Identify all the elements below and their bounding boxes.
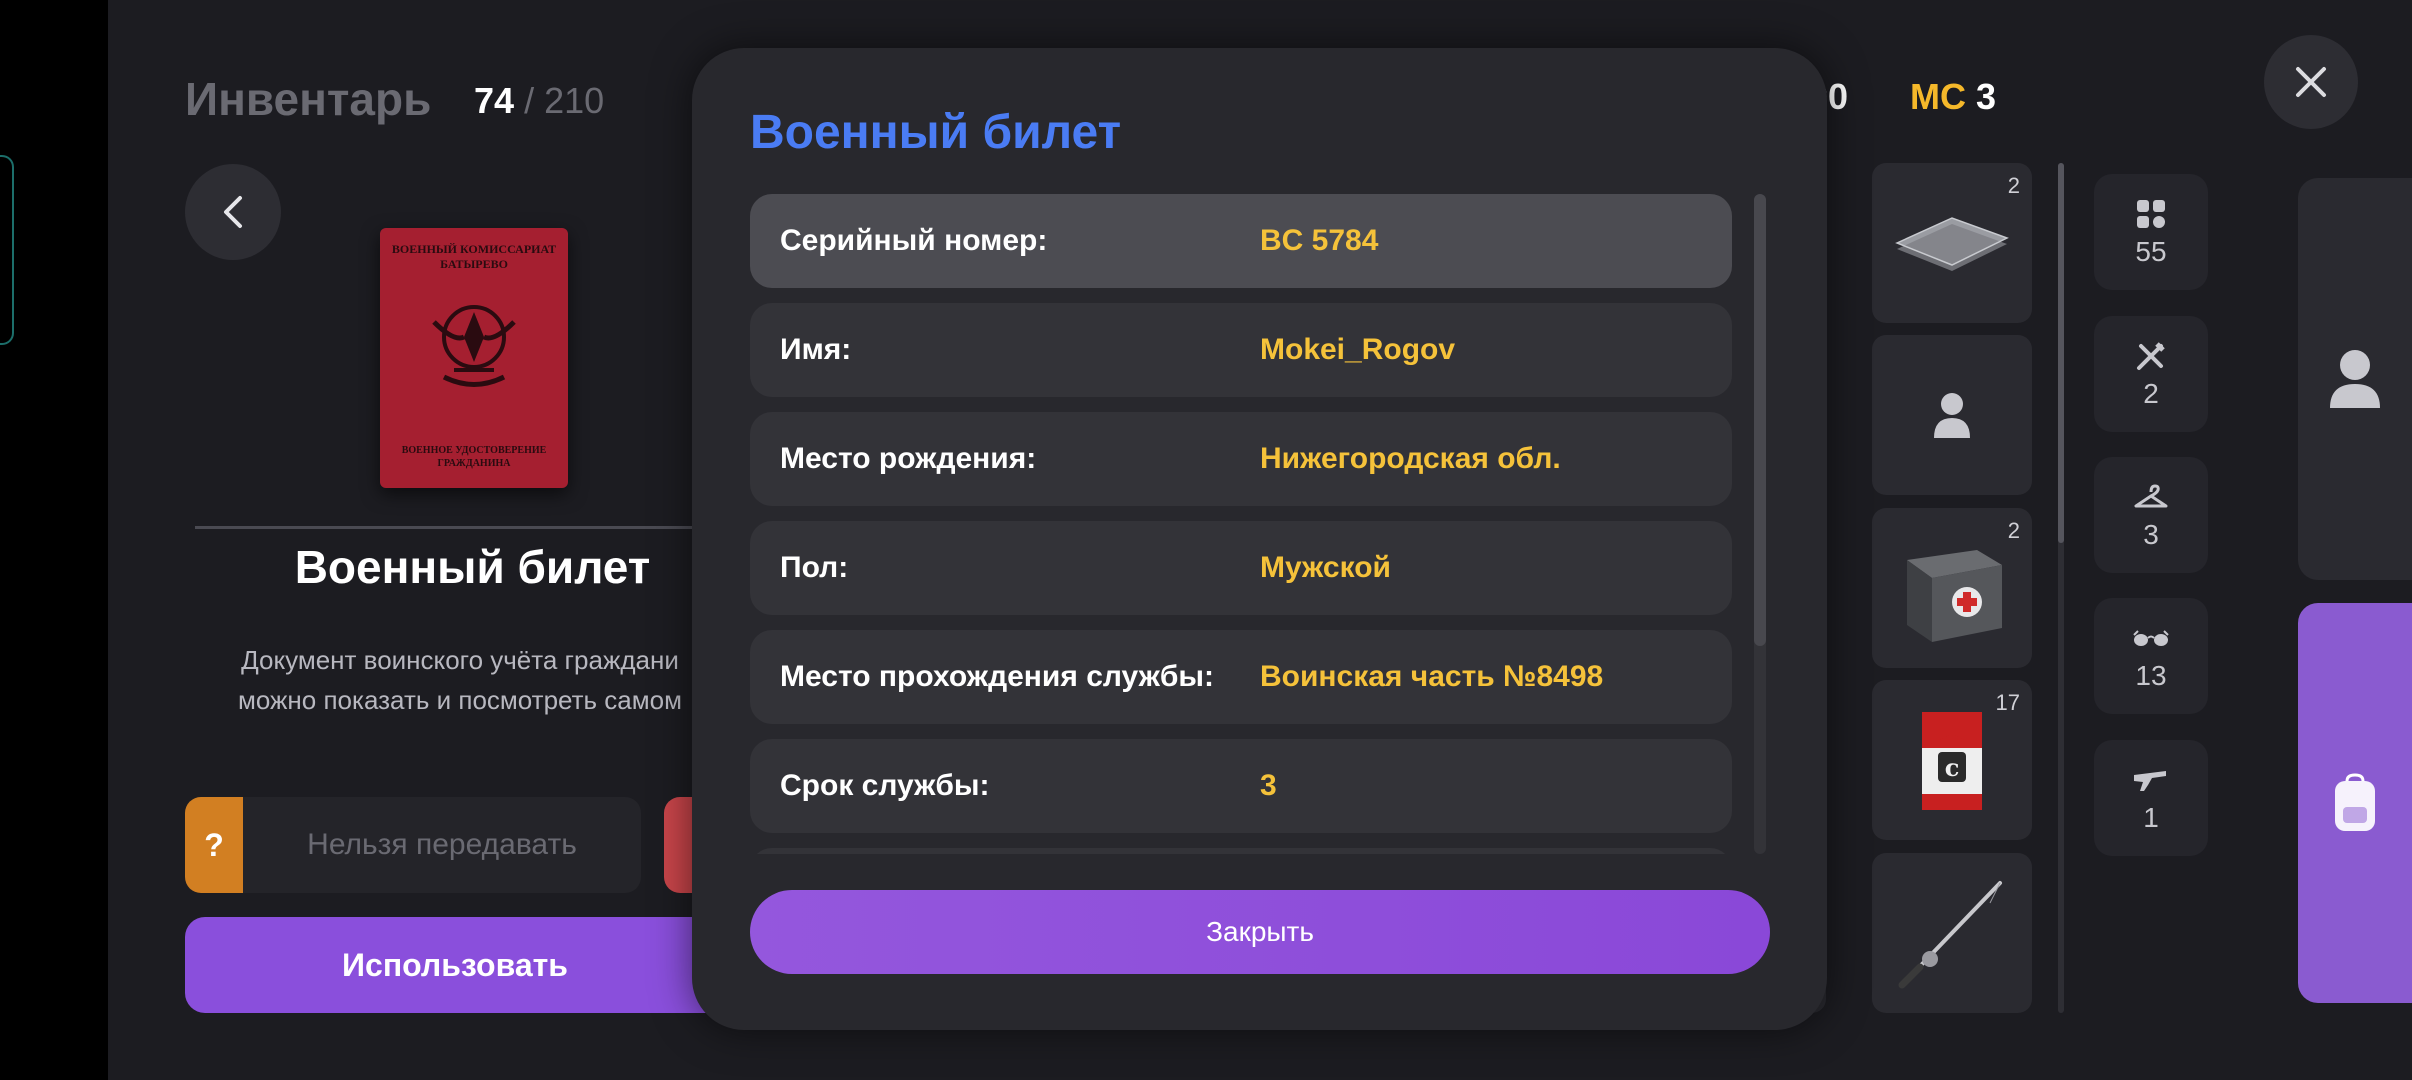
tab-character[interactable] (2298, 178, 2412, 580)
close-icon (2296, 67, 2326, 97)
field-row-service-term[interactable]: Срок службы: 3 (750, 739, 1732, 833)
field-label: Пол: (780, 551, 849, 584)
grid-item-metal-sheets[interactable]: 2 (1872, 163, 2032, 323)
left-screen-edge (0, 0, 108, 1080)
glasses-icon (2132, 620, 2170, 656)
category-food[interactable]: 2 (2094, 316, 2208, 432)
first-aid-kit-icon (1907, 550, 2002, 642)
field-value: Мужской (1260, 551, 1391, 584)
category-count: 55 (2135, 236, 2167, 267)
grid-item-fishing-rod[interactable] (1872, 853, 2032, 1013)
field-value: BC 5784 (1260, 224, 1379, 257)
field-label: Место прохождения службы: (780, 660, 1215, 693)
tab-inventory[interactable] (2298, 603, 2412, 1003)
grid-scrollbar-thumb[interactable] (2058, 163, 2064, 543)
inventory-count-current: 74 (474, 80, 515, 121)
item-quantity: 17 (1995, 690, 2020, 715)
passport-top-text: ВОЕННЫЙ КОМИССАРИАТ БАТЫРЕВО (391, 242, 557, 271)
modal-title: Военный билет (750, 106, 1122, 159)
item-divider (195, 526, 695, 529)
grid-icon (2135, 196, 2167, 232)
passport-bottom-text: ВОЕННОЕ УДОСТОВЕРЕНИЕ ГРАЖДАНИНА (401, 445, 547, 469)
grid-item-cigarettes[interactable]: 17 c (1872, 680, 2032, 840)
mc-currency: MC 3 (1910, 76, 1996, 118)
inventory-title: Инвентарь (185, 73, 432, 125)
use-button[interactable]: Использовать (185, 917, 725, 1013)
field-row-serial[interactable]: Серийный номер: BC 5784 (750, 194, 1732, 288)
mc-value: 3 (1976, 76, 1997, 117)
modal-scrollbar-thumb[interactable] (1754, 194, 1766, 646)
document-fields-list[interactable]: Серийный номер: BC 5784 Имя: Mokei_Rogov… (750, 194, 1732, 854)
inventory-count-max: 210 (544, 80, 605, 121)
grid-item-first-aid-kit[interactable]: 2 (1872, 508, 2032, 668)
grid-item-skin[interactable] (1872, 335, 2032, 495)
category-count: 3 (2143, 519, 2159, 550)
inventory-count-separator: / (524, 80, 535, 121)
item-description-line1: Документ воинского учёта граждани (241, 645, 679, 675)
close-inventory-button[interactable] (2264, 35, 2358, 129)
rifle-icon (2132, 762, 2170, 798)
person-icon (1934, 393, 1970, 438)
field-row-name[interactable]: Имя: Mokei_Rogov (750, 303, 1732, 397)
field-label: Имя: (780, 333, 852, 366)
field-label: Серийный номер: (780, 224, 1048, 257)
inventory-capacity: 74 / 210 (474, 80, 604, 122)
field-label: Место рождения: (780, 442, 1037, 475)
cigarettes-icon: c (1922, 712, 1982, 810)
field-value: Нижегородская обл. (1260, 442, 1561, 475)
back-button[interactable] (185, 164, 281, 260)
field-row-partial[interactable] (750, 848, 1732, 854)
item-description: Документ воинского учёта граждани можно … (200, 640, 720, 720)
category-count: 1 (2143, 802, 2159, 833)
chevron-left-icon (224, 196, 242, 228)
backpack-icon (2335, 773, 2375, 831)
category-all[interactable]: 55 (2094, 174, 2208, 290)
metal-sheets-icon (1895, 217, 2009, 271)
item-description-line2: можно показать и посмотреть самом (238, 685, 682, 715)
item-quantity: 2 (2007, 173, 2020, 198)
transfer-status: Нельзя передавать (243, 797, 641, 893)
field-value: Mokei_Rogov (1260, 333, 1456, 366)
category-count: 13 (2135, 660, 2167, 691)
military-id-image: ВОЕННЫЙ КОМИССАРИАТ БАТЫРЕВО ВОЕННОЕ УДО… (380, 228, 568, 488)
category-clothes[interactable]: 3 (2094, 457, 2208, 573)
category-weapons[interactable]: 1 (2094, 740, 2208, 856)
eagle-emblem-icon (432, 305, 516, 387)
field-label: Срок службы: (780, 769, 990, 802)
category-count: 2 (2143, 378, 2159, 409)
field-row-birthplace[interactable]: Место рождения: Нижегородская обл. (750, 412, 1732, 506)
mc-label: MC (1910, 76, 1966, 117)
hanger-icon (2133, 479, 2169, 515)
field-value: Воинская часть №8498 (1260, 660, 1604, 693)
help-button[interactable]: ? (185, 797, 243, 893)
close-modal-button[interactable]: Закрыть (750, 890, 1770, 974)
side-handle[interactable] (0, 155, 14, 345)
field-value: 3 (1260, 769, 1277, 802)
field-row-gender[interactable]: Пол: Мужской (750, 521, 1732, 615)
field-row-service-place[interactable]: Место прохождения службы: Воинская часть… (750, 630, 1732, 724)
item-name: Военный билет (294, 541, 651, 593)
fork-knife-icon (2135, 338, 2167, 374)
person-icon (2330, 350, 2380, 408)
category-accessories[interactable]: 13 (2094, 598, 2208, 714)
fishing-rod-icon (1898, 881, 2002, 989)
svg-text:c: c (1945, 753, 1960, 782)
